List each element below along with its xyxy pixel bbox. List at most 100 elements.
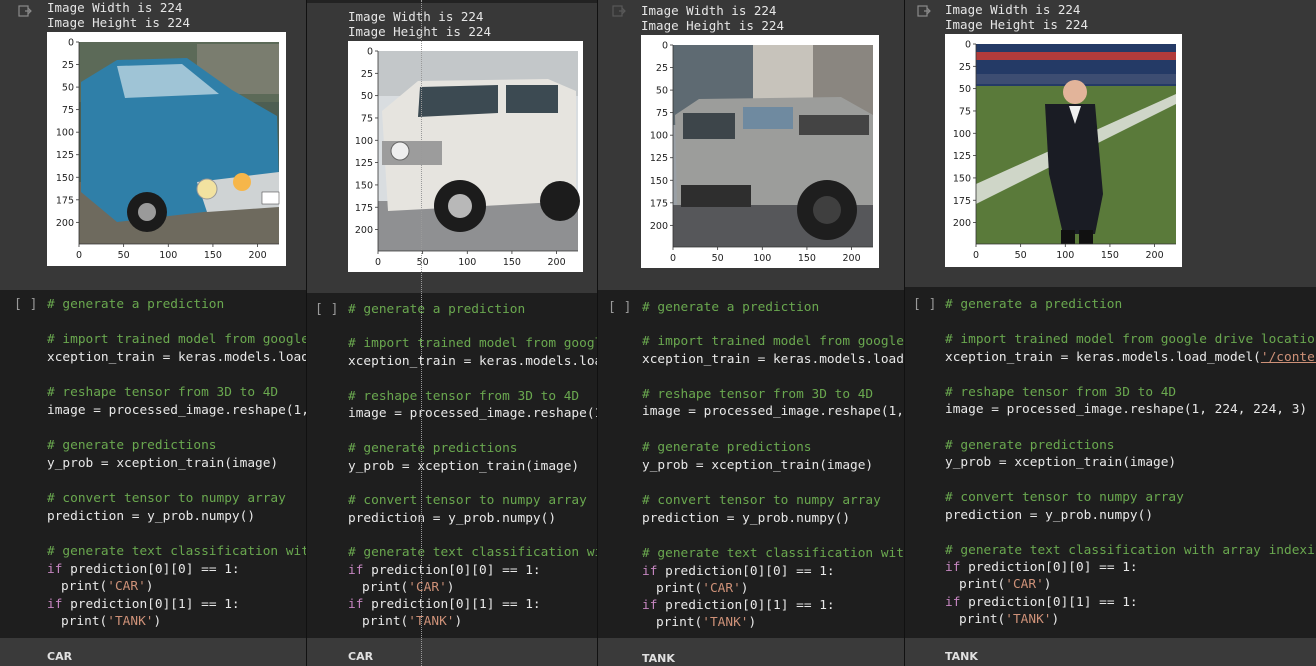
code-line: prediction = y_prob.numpy() xyxy=(348,511,557,526)
humvee-image xyxy=(673,45,873,247)
y-tick-label: 75 xyxy=(361,113,373,124)
x-tick-label: 0 xyxy=(375,257,381,268)
code-line: image = processed_image.reshape(1, 22 xyxy=(642,404,904,419)
x-tick-label: 100 xyxy=(159,250,177,261)
code-line: y_prob = xception_train(image) xyxy=(47,456,279,471)
y-tick-label: 200 xyxy=(355,225,373,236)
x-tick-label: 150 xyxy=(798,253,816,264)
code-line: xception_train = keras.models.load_mo xyxy=(642,352,904,367)
code-cell[interactable]: [ ] # generate a prediction # import tra… xyxy=(0,290,306,638)
y-tick-label: 175 xyxy=(355,203,373,214)
output-redirect-icon[interactable] xyxy=(917,4,931,18)
code-cell[interactable]: [ ] # generate a prediction # import tra… xyxy=(307,293,597,638)
y-tick-label: 125 xyxy=(650,153,668,164)
code-line: print('CAR') xyxy=(656,581,749,596)
code-comment: # reshape tensor from 3D to 4D xyxy=(945,385,1177,400)
y-tick-label: 100 xyxy=(650,131,668,142)
y-tick-label: 175 xyxy=(56,195,74,206)
output-redirect-icon[interactable] xyxy=(612,4,626,18)
y-tick-label: 75 xyxy=(62,105,74,116)
prediction-output: CAR xyxy=(348,650,374,663)
image-height-text: Image Height is 224 xyxy=(348,24,491,39)
code-comment: # import trained model from google drive… xyxy=(945,332,1316,347)
y-tick-label: 25 xyxy=(361,69,373,80)
y-tick-label: 50 xyxy=(62,83,74,94)
cell-run-bracket[interactable]: [ ] xyxy=(913,296,936,314)
code-comment: # convert tensor to numpy array xyxy=(47,491,286,506)
output-redirect-icon[interactable] xyxy=(18,4,32,18)
x-tick-label: 50 xyxy=(1015,250,1027,261)
cell-result: TANK xyxy=(905,638,1316,666)
y-tick-label: 100 xyxy=(355,136,373,147)
code-cell[interactable]: [ ] # generate a prediction # import tra… xyxy=(905,287,1316,638)
cell-output-area: Image Width is 224 Image Height is 224 0… xyxy=(0,0,306,290)
image-height-text: Image Height is 224 xyxy=(47,15,190,30)
y-tick-label: 150 xyxy=(650,176,668,187)
x-tick-label: 100 xyxy=(458,257,476,268)
x-tick-label: 0 xyxy=(76,250,82,261)
code-line: image = processed_image.reshape(1, 2 xyxy=(47,403,306,418)
code-comment: # reshape tensor from 3D to 4D xyxy=(47,385,279,400)
image-figure: 0 50 100 150 200 0 25 50 75 100 125 150 175 200 xyxy=(641,35,879,268)
y-tick-label: 75 xyxy=(656,108,668,119)
person-image xyxy=(976,44,1176,244)
prediction-output: CAR xyxy=(47,650,73,663)
code-line: if prediction[0][1] == 1: xyxy=(642,598,835,613)
code-comment: # convert tensor to numpy array xyxy=(945,490,1184,505)
y-tick-label: 200 xyxy=(650,221,668,232)
code-comment: # convert tensor to numpy array xyxy=(348,493,587,508)
code-line: y_prob = xception_train(image) xyxy=(642,458,874,473)
prediction-output: TANK xyxy=(945,650,978,663)
code-line: if prediction[0][0] == 1: xyxy=(945,560,1138,575)
code-line: if prediction[0][1] == 1: xyxy=(945,595,1138,610)
code-line: y_prob = xception_train(image) xyxy=(945,455,1177,470)
y-tick-label: 25 xyxy=(959,62,971,73)
cell-result: CAR xyxy=(0,638,306,666)
notebook-panel-2: Image Width is 224 Image Height is 224 0… xyxy=(307,0,597,666)
panel-divider xyxy=(904,0,905,666)
x-tick-label: 150 xyxy=(1101,250,1119,261)
cell-run-bracket[interactable]: [ ] xyxy=(315,301,338,319)
cell-run-bracket[interactable]: [ ] xyxy=(608,299,631,317)
panel-divider xyxy=(306,0,307,666)
code-comment: # generate text classification with a xyxy=(642,546,904,561)
notebook-panel-1: Image Width is 224 Image Height is 224 0… xyxy=(0,0,306,666)
image-width-text: Image Width is 224 xyxy=(945,2,1081,17)
cell-run-bracket[interactable]: [ ] xyxy=(14,296,37,314)
x-tick-label: 200 xyxy=(249,250,267,261)
y-tick-label: 175 xyxy=(650,198,668,209)
cell-output-area: Image Width is 224 Image Height is 224 0… xyxy=(307,3,597,293)
code-comment: # generate predictions xyxy=(47,438,217,453)
image-figure: 0 50 100 150 200 0 25 50 75 100 125 150 175 200 xyxy=(47,32,286,266)
code-line: prediction = y_prob.numpy() xyxy=(47,509,256,524)
x-tick-label: 100 xyxy=(753,253,771,264)
code-line: if prediction[0][0] == 1: xyxy=(47,562,240,577)
code-comment: # generate a prediction xyxy=(348,302,526,317)
code-cell[interactable]: [ ] # generate a prediction # import tra… xyxy=(598,290,904,638)
y-tick-label: 175 xyxy=(953,196,971,207)
notebook-panel-4: Image Width is 224 Image Height is 224 0… xyxy=(905,0,1316,666)
code-line: print('TANK') xyxy=(61,614,162,629)
x-tick-label: 0 xyxy=(973,250,979,261)
y-tick-label: 150 xyxy=(355,180,373,191)
code-line: image = processed_image.reshape(1, 224, … xyxy=(945,402,1308,417)
x-tick-label: 50 xyxy=(417,257,429,268)
code-line: xception_train = keras.models.load_m xyxy=(348,354,597,369)
code-line: if prediction[0][1] == 1: xyxy=(47,597,240,612)
code-line: print('CAR') xyxy=(61,579,154,594)
y-tick-label: 125 xyxy=(953,151,971,162)
code-line: print('TANK') xyxy=(656,615,757,630)
y-tick-label: 200 xyxy=(56,218,74,229)
code-comment: # generate text classification with xyxy=(348,545,597,560)
code-comment: # generate predictions xyxy=(945,438,1115,453)
x-tick-label: 200 xyxy=(548,257,566,268)
code-comment: # generate text classification with arra… xyxy=(945,543,1316,558)
x-tick-label: 200 xyxy=(1146,250,1164,261)
x-tick-label: 200 xyxy=(843,253,861,264)
x-tick-label: 50 xyxy=(712,253,724,264)
code-line: prediction = y_prob.numpy() xyxy=(642,511,851,526)
y-tick-label: 25 xyxy=(62,60,74,71)
model-path-link[interactable]: '/content/g xyxy=(1261,350,1316,365)
code-comment: # convert tensor to numpy array xyxy=(642,493,881,508)
cell-result: TANK xyxy=(598,638,904,666)
